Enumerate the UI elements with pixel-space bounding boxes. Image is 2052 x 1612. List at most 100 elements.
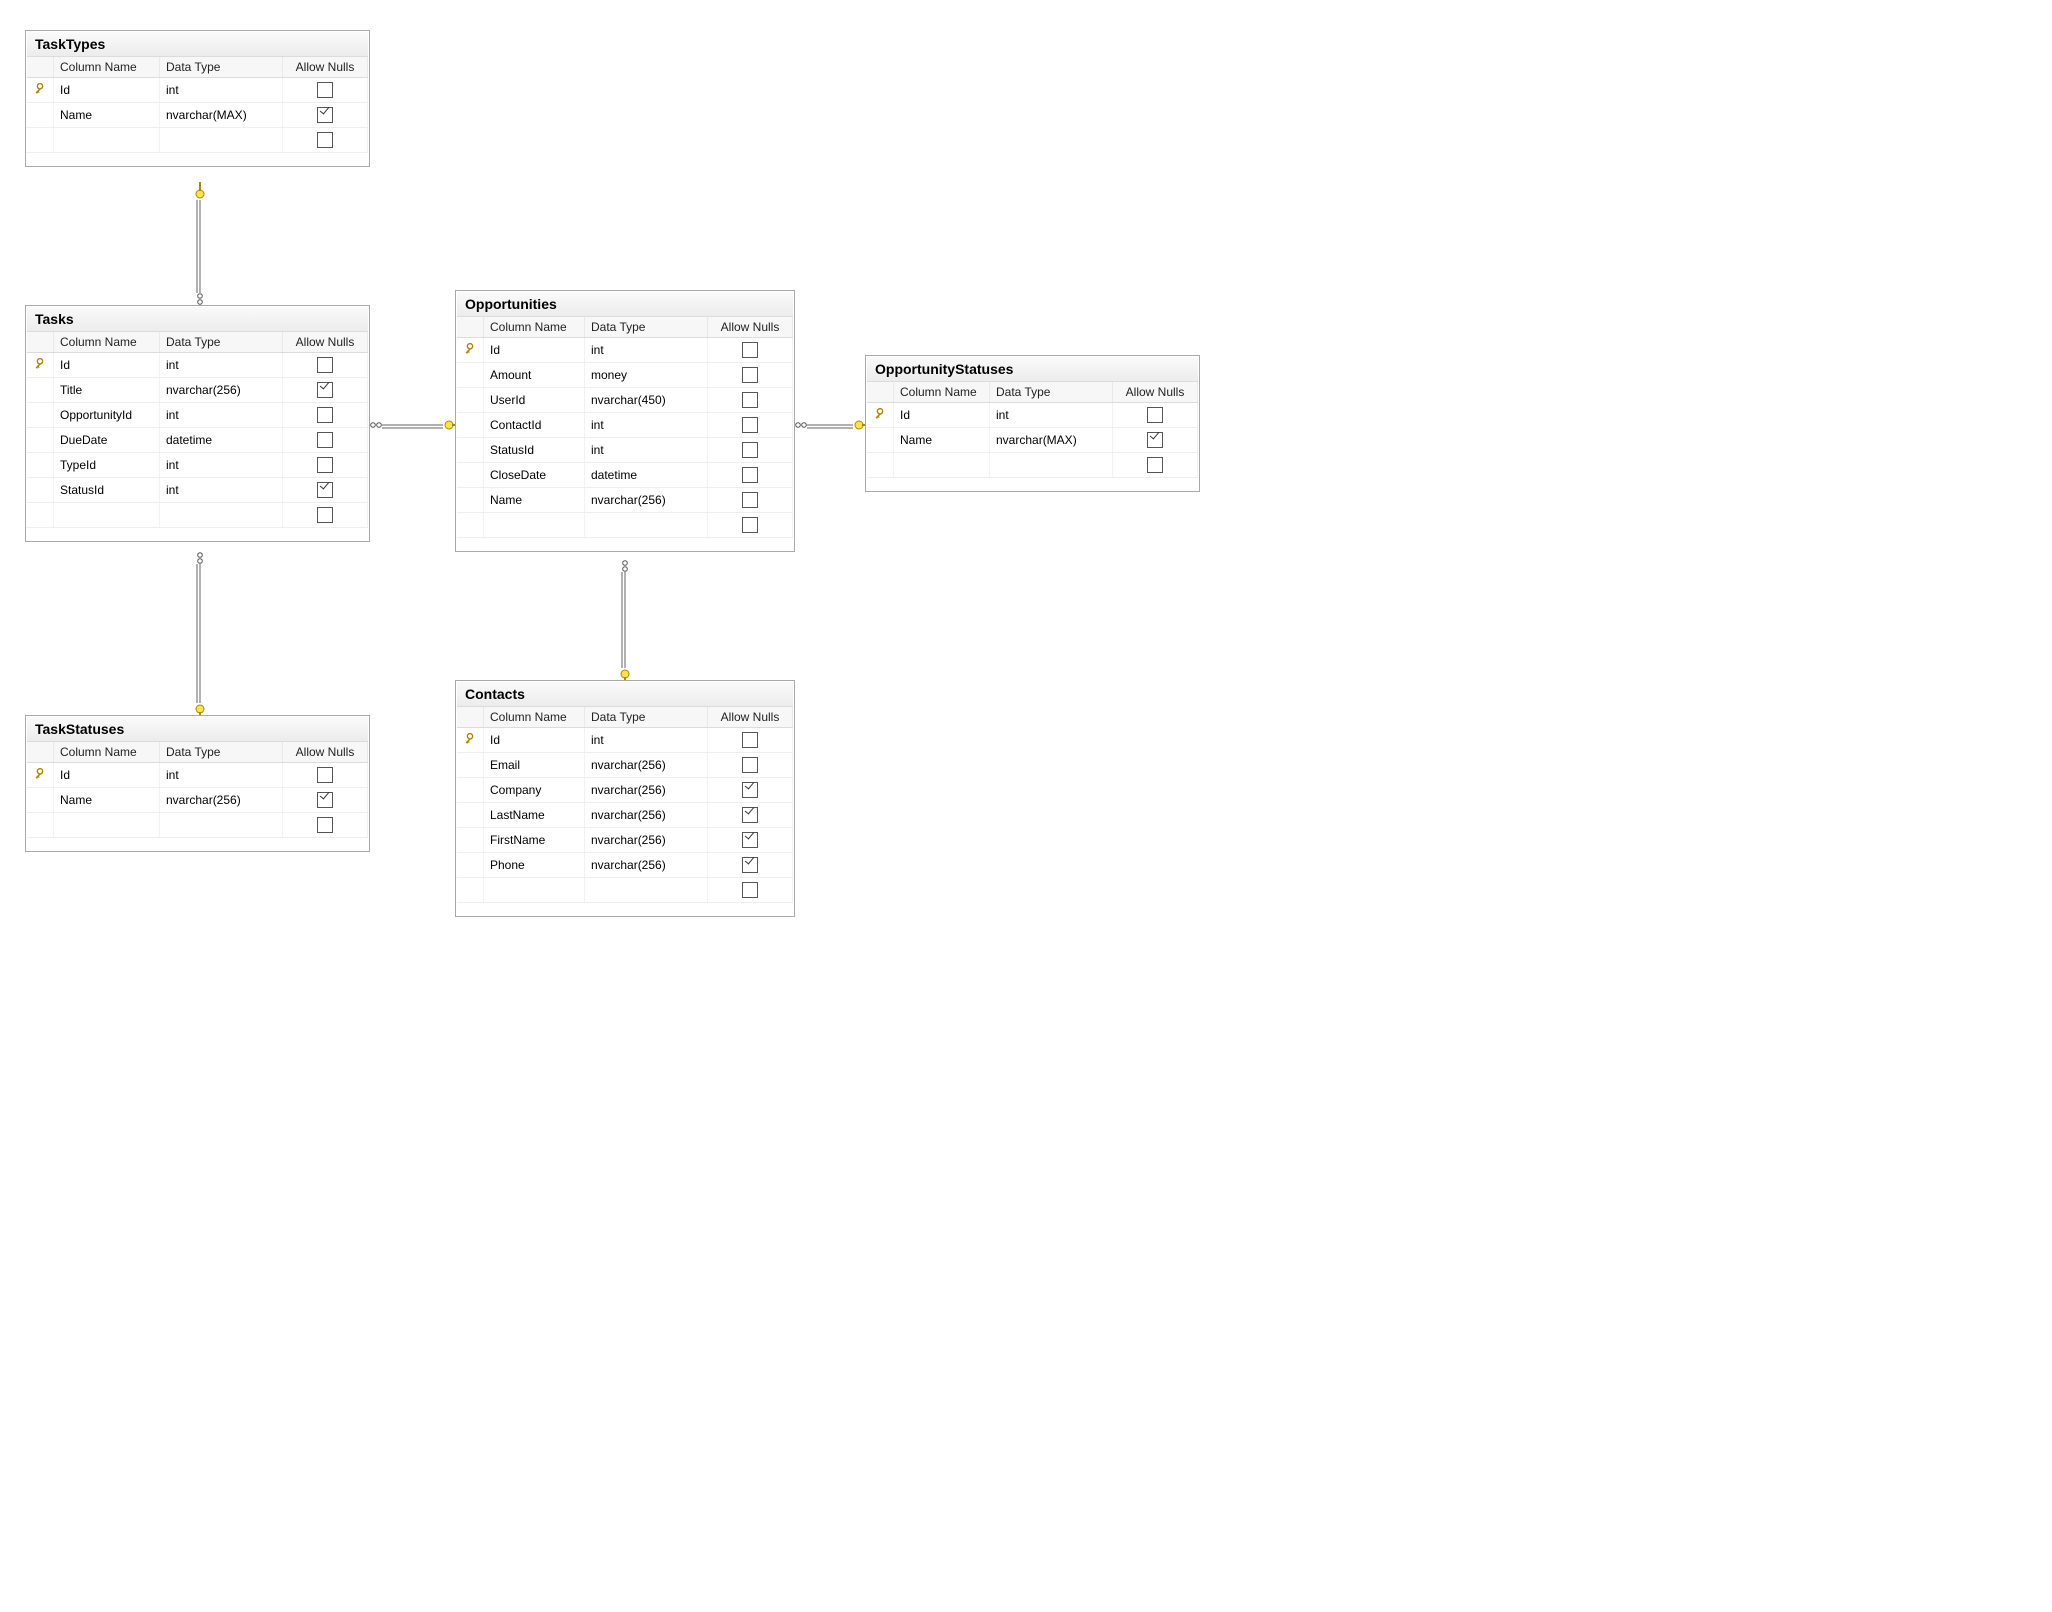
table-row[interactable]: DueDatedatetime bbox=[27, 428, 368, 453]
column-name[interactable]: Amount bbox=[484, 363, 585, 388]
allow-nulls-cell[interactable] bbox=[708, 338, 793, 363]
column-name[interactable]: Id bbox=[894, 403, 990, 428]
table-row[interactable]: Namenvarchar(MAX) bbox=[867, 428, 1198, 453]
column-name[interactable]: Company bbox=[484, 778, 585, 803]
table-row[interactable]: ContactIdint bbox=[457, 413, 793, 438]
column-name[interactable]: Email bbox=[484, 753, 585, 778]
table-row[interactable]: FirstNamenvarchar(256) bbox=[457, 828, 793, 853]
column-type[interactable]: int bbox=[585, 438, 708, 463]
column-name[interactable]: Id bbox=[54, 353, 160, 378]
column-type[interactable]: money bbox=[585, 363, 708, 388]
column-name[interactable]: Id bbox=[484, 338, 585, 363]
allow-nulls-cell[interactable] bbox=[708, 438, 793, 463]
table-row[interactable]: Namenvarchar(256) bbox=[27, 788, 368, 813]
table-row[interactable]: TypeIdint bbox=[27, 453, 368, 478]
column-name[interactable]: Id bbox=[54, 78, 160, 103]
table-row[interactable]: Idint bbox=[27, 763, 368, 788]
table-row[interactable]: OpportunityIdint bbox=[27, 403, 368, 428]
db-table-opportunitystatuses[interactable]: OpportunityStatusesColumn NameData TypeA… bbox=[865, 355, 1200, 492]
table-row-empty[interactable] bbox=[27, 813, 368, 838]
table-row-empty[interactable] bbox=[457, 513, 793, 538]
column-type[interactable]: nvarchar(256) bbox=[585, 488, 708, 513]
allow-nulls-cell[interactable] bbox=[283, 453, 368, 478]
table-row[interactable]: Idint bbox=[27, 353, 368, 378]
column-name[interactable]: ContactId bbox=[484, 413, 585, 438]
db-table-opportunities[interactable]: OpportunitiesColumn NameData TypeAllow N… bbox=[455, 290, 795, 552]
allow-nulls-cell[interactable] bbox=[708, 413, 793, 438]
column-type[interactable]: nvarchar(256) bbox=[585, 778, 708, 803]
allow-nulls-cell[interactable] bbox=[708, 488, 793, 513]
column-type[interactable]: nvarchar(256) bbox=[585, 853, 708, 878]
db-table-taskstatuses[interactable]: TaskStatusesColumn NameData TypeAllow Nu… bbox=[25, 715, 370, 852]
allow-nulls-cell[interactable] bbox=[283, 763, 368, 788]
table-row-empty[interactable] bbox=[27, 128, 368, 153]
column-type[interactable]: int bbox=[160, 763, 283, 788]
column-name[interactable]: StatusId bbox=[54, 478, 160, 503]
table-row[interactable]: Namenvarchar(256) bbox=[457, 488, 793, 513]
table-title[interactable]: OpportunityStatuses bbox=[867, 357, 1198, 382]
table-title[interactable]: TaskTypes bbox=[27, 32, 368, 57]
table-row[interactable]: Idint bbox=[27, 78, 368, 103]
column-name[interactable]: Title bbox=[54, 378, 160, 403]
column-name[interactable]: Name bbox=[54, 103, 160, 128]
allow-nulls-cell[interactable] bbox=[708, 778, 793, 803]
allow-nulls-cell[interactable] bbox=[283, 353, 368, 378]
column-name[interactable]: Name bbox=[484, 488, 585, 513]
table-row[interactable]: Idint bbox=[867, 403, 1198, 428]
allow-nulls-cell[interactable] bbox=[708, 728, 793, 753]
column-type[interactable]: nvarchar(450) bbox=[585, 388, 708, 413]
table-row[interactable]: Namenvarchar(MAX) bbox=[27, 103, 368, 128]
table-row-empty[interactable] bbox=[27, 503, 368, 528]
table-row[interactable]: Amountmoney bbox=[457, 363, 793, 388]
allow-nulls-cell[interactable] bbox=[283, 78, 368, 103]
table-row[interactable]: CloseDatedatetime bbox=[457, 463, 793, 488]
column-type[interactable]: nvarchar(256) bbox=[160, 788, 283, 813]
allow-nulls-cell[interactable] bbox=[1113, 428, 1198, 453]
allow-nulls-cell[interactable] bbox=[283, 378, 368, 403]
allow-nulls-cell[interactable] bbox=[283, 788, 368, 813]
column-name[interactable]: OpportunityId bbox=[54, 403, 160, 428]
table-row[interactable]: Idint bbox=[457, 338, 793, 363]
table-title[interactable]: Opportunities bbox=[457, 292, 793, 317]
db-table-tasktypes[interactable]: TaskTypesColumn NameData TypeAllow Nulls… bbox=[25, 30, 370, 167]
column-name[interactable]: TypeId bbox=[54, 453, 160, 478]
table-row-empty[interactable] bbox=[867, 453, 1198, 478]
table-row[interactable]: UserIdnvarchar(450) bbox=[457, 388, 793, 413]
db-table-contacts[interactable]: ContactsColumn NameData TypeAllow NullsI… bbox=[455, 680, 795, 917]
column-type[interactable]: int bbox=[585, 728, 708, 753]
column-name[interactable]: Id bbox=[54, 763, 160, 788]
db-table-tasks[interactable]: TasksColumn NameData TypeAllow NullsIdin… bbox=[25, 305, 370, 542]
allow-nulls-cell[interactable] bbox=[708, 828, 793, 853]
column-name[interactable]: Id bbox=[484, 728, 585, 753]
table-title[interactable]: Contacts bbox=[457, 682, 793, 707]
allow-nulls-cell[interactable] bbox=[283, 103, 368, 128]
column-name[interactable]: FirstName bbox=[484, 828, 585, 853]
allow-nulls-cell[interactable] bbox=[708, 753, 793, 778]
allow-nulls-cell[interactable] bbox=[708, 803, 793, 828]
column-name[interactable]: Name bbox=[54, 788, 160, 813]
table-title[interactable]: Tasks bbox=[27, 307, 368, 332]
column-type[interactable]: int bbox=[160, 353, 283, 378]
column-type[interactable]: datetime bbox=[160, 428, 283, 453]
column-type[interactable]: int bbox=[160, 78, 283, 103]
column-name[interactable]: UserId bbox=[484, 388, 585, 413]
column-type[interactable]: int bbox=[160, 478, 283, 503]
column-name[interactable]: Phone bbox=[484, 853, 585, 878]
table-row[interactable]: Phonenvarchar(256) bbox=[457, 853, 793, 878]
column-name[interactable]: LastName bbox=[484, 803, 585, 828]
allow-nulls-cell[interactable] bbox=[708, 388, 793, 413]
allow-nulls-cell[interactable] bbox=[708, 853, 793, 878]
table-row[interactable]: Companynvarchar(256) bbox=[457, 778, 793, 803]
allow-nulls-cell[interactable] bbox=[1113, 403, 1198, 428]
diagram-canvas[interactable]: TaskTypesColumn NameData TypeAllow Nulls… bbox=[0, 0, 1220, 960]
allow-nulls-cell[interactable] bbox=[283, 478, 368, 503]
column-type[interactable]: nvarchar(256) bbox=[585, 753, 708, 778]
column-type[interactable]: nvarchar(256) bbox=[585, 803, 708, 828]
allow-nulls-cell[interactable] bbox=[708, 463, 793, 488]
allow-nulls-cell[interactable] bbox=[283, 403, 368, 428]
column-type[interactable]: nvarchar(256) bbox=[160, 378, 283, 403]
table-row[interactable]: StatusIdint bbox=[27, 478, 368, 503]
column-name[interactable]: CloseDate bbox=[484, 463, 585, 488]
column-name[interactable]: DueDate bbox=[54, 428, 160, 453]
column-type[interactable]: int bbox=[990, 403, 1113, 428]
